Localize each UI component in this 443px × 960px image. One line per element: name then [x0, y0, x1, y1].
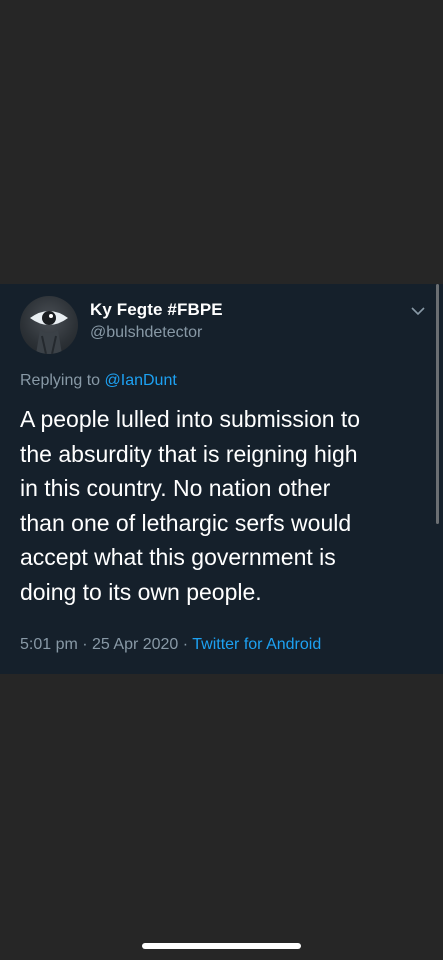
- meta-separator: ·: [178, 636, 193, 653]
- user-handle[interactable]: @bulshdetector: [90, 324, 202, 342]
- tweet-date: 25 Apr 2020: [92, 636, 179, 653]
- display-name[interactable]: Ky Fegte #FBPE: [90, 300, 223, 320]
- eye-icon: [30, 311, 68, 354]
- replying-prefix: Replying to: [20, 372, 105, 389]
- replying-to: Replying to @IanDunt: [20, 372, 177, 390]
- tweet-meta: 5:01 pm · 25 Apr 2020 · Twitter for Andr…: [20, 636, 321, 654]
- scrollbar-thumb[interactable]: [436, 284, 439, 524]
- tweet-time: 5:01 pm: [20, 636, 78, 653]
- meta-separator: ·: [77, 636, 93, 653]
- tweet-card[interactable]: Ky Fegte #FBPE @bulshdetector Replying t…: [0, 284, 443, 674]
- avatar[interactable]: [20, 296, 78, 354]
- chevron-down-icon[interactable]: [411, 306, 425, 316]
- mention-link[interactable]: @IanDunt: [105, 372, 177, 389]
- tweet-text: A people lulled into submission to the a…: [20, 406, 361, 605]
- home-indicator[interactable]: [142, 943, 301, 949]
- client-link[interactable]: Twitter for Android: [192, 636, 321, 653]
